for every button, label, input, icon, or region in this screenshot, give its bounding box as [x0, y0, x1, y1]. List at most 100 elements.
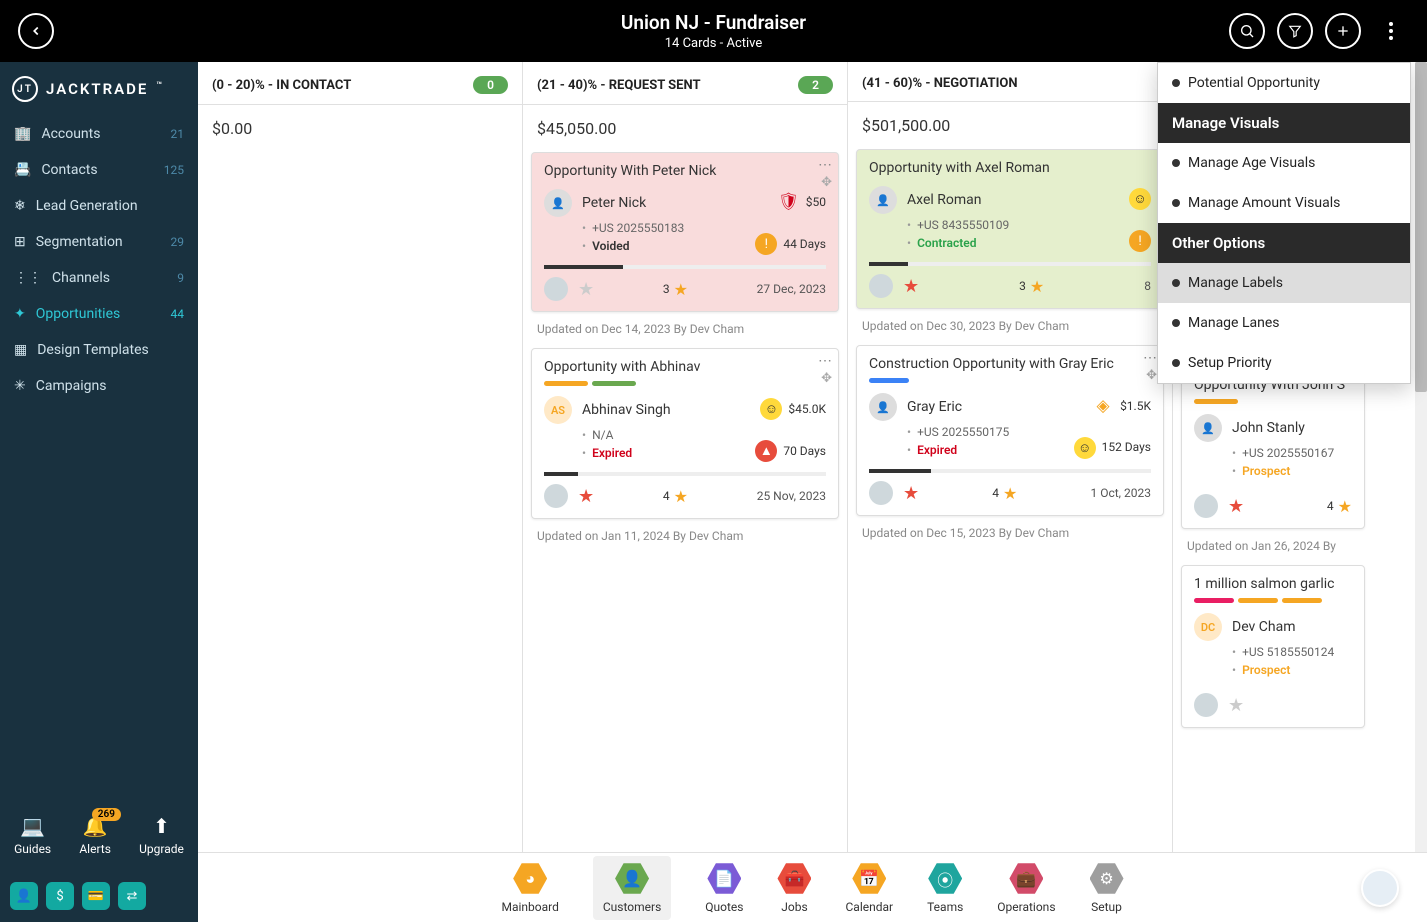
- sidebar-item-campaigns[interactable]: ✳Campaigns: [0, 368, 198, 404]
- star-icon[interactable]: ★: [578, 486, 594, 507]
- card-date: 1 Oct, 2023: [1090, 486, 1151, 500]
- mini-dollar-icon[interactable]: $: [46, 882, 74, 910]
- nav-quotes[interactable]: 📄Quotes: [705, 862, 743, 914]
- brand-name: JACKTRADE: [46, 80, 148, 98]
- contact-phone: +US 5185550124: [1242, 645, 1334, 659]
- dd-manage-lanes[interactable]: Manage Lanes: [1158, 303, 1410, 343]
- column-title: (0 - 20)% - IN CONTACT: [212, 78, 351, 93]
- opportunity-card[interactable]: 1 million salmon garlic DCDev Cham •+US …: [1181, 565, 1365, 728]
- card-date: 25 Nov, 2023: [757, 489, 826, 503]
- amount: $50: [806, 195, 826, 209]
- label: Potential Opportunity: [1188, 75, 1320, 91]
- contact-status: Expired: [592, 446, 632, 460]
- column-total: $45,050.00: [523, 105, 847, 152]
- label: Operations: [997, 900, 1055, 914]
- templates-icon: ▦: [14, 342, 27, 358]
- dd-manage-age-visuals[interactable]: Manage Age Visuals: [1158, 143, 1410, 183]
- quotes-icon: 📄: [707, 862, 741, 896]
- card-date: 8: [1144, 279, 1151, 293]
- owner-avatar: [544, 484, 568, 508]
- star-icon[interactable]: ★: [1228, 496, 1244, 517]
- avatar: 👤: [1194, 414, 1222, 442]
- back-button[interactable]: [18, 13, 54, 49]
- sidebar-nav: 🏢Accounts21 📇Contacts125 ❄Lead Generatio…: [0, 116, 198, 804]
- star-icon[interactable]: ★: [578, 279, 594, 300]
- card-menu-icon[interactable]: ⋯: [818, 157, 832, 173]
- opportunity-card[interactable]: Opportunity With John S 👤John Stanly •+U…: [1181, 366, 1365, 529]
- nav-operations[interactable]: 💼Operations: [997, 862, 1055, 914]
- rating-star-icon: ★: [1030, 277, 1044, 296]
- user-avatar[interactable]: [1361, 869, 1399, 907]
- opportunity-card[interactable]: Construction Opportunity with Gray Eric …: [856, 345, 1164, 516]
- opportunity-card[interactable]: Opportunity With Peter Nick ⋯ ✥ 👤Peter N…: [531, 152, 839, 312]
- sidebar-item-accounts[interactable]: 🏢Accounts21: [0, 116, 198, 152]
- mini-transfer-icon[interactable]: ⇄: [118, 882, 146, 910]
- label: Manage Labels: [1188, 275, 1283, 291]
- sidebar-upgrade[interactable]: ⬆Upgrade: [139, 814, 184, 856]
- rating-star-icon: ★: [674, 280, 688, 299]
- owner-avatar: [1194, 693, 1218, 717]
- more-menu-button[interactable]: [1373, 13, 1409, 49]
- star-icon[interactable]: ★: [903, 276, 919, 297]
- updated-text: Updated on Dec 15, 2023 By Dev Cham: [856, 522, 1164, 552]
- nav-setup[interactable]: ⚙Setup: [1090, 862, 1124, 914]
- contact-phone: N/A: [592, 428, 613, 442]
- smile-icon: ☺: [1074, 437, 1096, 459]
- sidebar-item-segmentation[interactable]: ⊞Segmentation29: [0, 224, 198, 260]
- mini-user-icon[interactable]: 👤: [10, 882, 38, 910]
- sidebar-item-design-templates[interactable]: ▦Design Templates: [0, 332, 198, 368]
- scrollbar-thumb[interactable]: [1415, 62, 1427, 392]
- contact-name: John Stanly: [1232, 420, 1305, 436]
- rating-star-icon: ★: [1003, 484, 1017, 503]
- star-icon[interactable]: ★: [1228, 695, 1244, 716]
- nav-customers[interactable]: 👤Customers: [593, 856, 671, 920]
- kanban-main: (0 - 20)% - IN CONTACT 0 $0.00 (21 - 40)…: [198, 62, 1427, 922]
- contact-status: Prospect: [1242, 663, 1290, 677]
- sidebar-label: Segmentation: [36, 234, 123, 250]
- nav-mainboard[interactable]: ◕Mainboard: [501, 862, 558, 914]
- dd-manage-amount-visuals[interactable]: Manage Amount Visuals: [1158, 183, 1410, 223]
- filter-button[interactable]: [1277, 13, 1313, 49]
- sidebar-mini-icons: 👤 $ 💳 ⇄: [0, 874, 198, 922]
- sidebar-item-contacts[interactable]: 📇Contacts125: [0, 152, 198, 188]
- page-title: Union NJ - Fundraiser: [621, 11, 806, 34]
- search-button[interactable]: [1229, 13, 1265, 49]
- smile-icon: ☺: [760, 398, 782, 420]
- rating: 4: [663, 489, 670, 503]
- card-drag-icon[interactable]: ✥: [1146, 368, 1157, 383]
- sidebar-item-lead-generation[interactable]: ❄Lead Generation: [0, 188, 198, 224]
- guides-icon: 💻: [14, 814, 51, 838]
- dd-potential-opportunity[interactable]: Potential Opportunity: [1158, 63, 1410, 103]
- header-actions: [1229, 13, 1409, 49]
- nav-jobs[interactable]: 🧰Jobs: [777, 862, 811, 914]
- building-icon: 🏢: [14, 126, 31, 142]
- nav-calendar[interactable]: 📅Calendar: [845, 862, 893, 914]
- card-drag-icon[interactable]: ✥: [821, 371, 832, 386]
- dd-manage-labels[interactable]: Manage Labels: [1158, 263, 1410, 303]
- rating: 3: [663, 282, 670, 296]
- sidebar: JT JACKTRADE ™ 🏢Accounts21 📇Contacts125 …: [0, 62, 198, 922]
- amount: $1.5K: [1120, 399, 1151, 413]
- label: Jobs: [781, 900, 807, 914]
- amount: $45.0K: [788, 402, 826, 416]
- sidebar-guides[interactable]: 💻Guides: [14, 814, 51, 856]
- mini-card-icon[interactable]: 💳: [82, 882, 110, 910]
- nav-teams[interactable]: ⦿Teams: [927, 862, 963, 914]
- owner-avatar: [869, 481, 893, 505]
- scrollbar-track[interactable]: [1415, 62, 1427, 922]
- dd-setup-priority[interactable]: Setup Priority: [1158, 343, 1410, 383]
- updated-text: Updated on Jan 11, 2024 By Dev Cham: [531, 525, 839, 555]
- label: Alerts: [79, 842, 111, 856]
- opportunity-card[interactable]: Opportunity with Abhinav ⋯ ✥ ASAbhinav S…: [531, 348, 839, 519]
- star-icon[interactable]: ★: [903, 483, 919, 504]
- card-menu-icon[interactable]: ⋯: [1143, 350, 1157, 366]
- column-body: Opportunity with Axel Roman 👤Axel Roman …: [848, 149, 1172, 852]
- card-menu-icon[interactable]: ⋯: [818, 353, 832, 369]
- card-title: Opportunity with Abhinav: [544, 359, 826, 375]
- sidebar-item-channels[interactable]: ⋮⋮Channels9: [0, 260, 198, 296]
- sidebar-item-opportunities[interactable]: ✦Opportunities44: [0, 296, 198, 332]
- sidebar-alerts[interactable]: 269🔔Alerts: [79, 814, 111, 856]
- add-button[interactable]: [1325, 13, 1361, 49]
- opportunity-card[interactable]: Opportunity with Axel Roman 👤Axel Roman …: [856, 149, 1164, 309]
- avatar: AS: [544, 396, 572, 424]
